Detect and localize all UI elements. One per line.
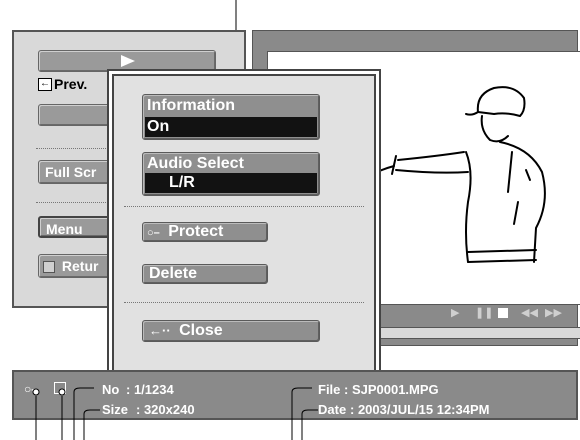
callout-lines-bottom bbox=[32, 387, 318, 440]
